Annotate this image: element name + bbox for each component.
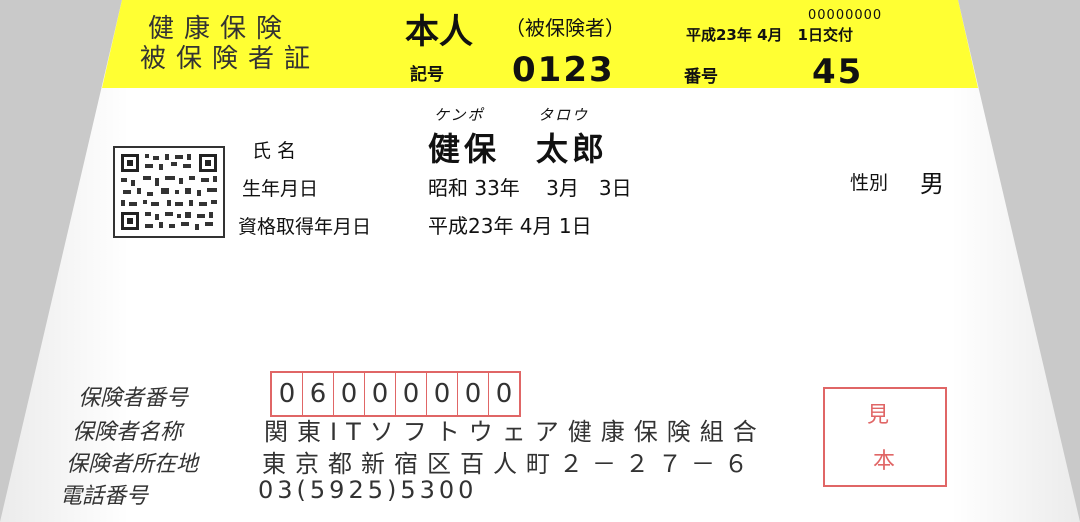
birth-value: 昭和 33年 3月 3日 <box>428 176 632 200</box>
furigana-given: タロウ <box>538 106 590 124</box>
insurer-number-digit: 0 <box>457 373 488 415</box>
card-title-line1: 健康保険 <box>148 14 293 44</box>
kigo-value: 0123 <box>512 50 615 90</box>
insurer-number-label: 保険者番号 <box>78 386 189 411</box>
insurer-address-value: 東京都新宿区百人町２－２７－６ <box>262 450 757 478</box>
issue-date: 平成23年 4月 1日交付 <box>686 26 853 44</box>
qr-code <box>113 146 225 238</box>
sample-stamp: 見 本 <box>823 387 947 487</box>
insurer-number-digit: 0 <box>488 373 519 415</box>
holder-type: 本人 <box>405 12 473 52</box>
insurer-name-label: 保険者名称 <box>72 420 183 445</box>
name-label: 氏 名 <box>252 140 297 162</box>
holder-type-sub: （被保険者） <box>505 16 625 40</box>
qualification-label: 資格取得年月日 <box>238 216 372 238</box>
insurer-number-digit: 0 <box>333 373 364 415</box>
insurer-number-boxes: 0 6 0 0 0 0 0 0 <box>270 371 521 417</box>
insurer-number-digit: 0 <box>395 373 426 415</box>
name-value: 健保 太郎 <box>428 130 609 168</box>
card-title-line2: 被保険者証 <box>140 44 321 74</box>
insurer-number-digit: 0 <box>278 379 296 409</box>
card-serial: 00000000 <box>808 8 883 23</box>
kigo-label: 記号 <box>410 65 444 85</box>
insurer-name-value: 関東ITソフトウェア健康保険組合 <box>264 418 766 446</box>
sex-label: 性別 <box>850 172 889 194</box>
insurer-address-label: 保険者所在地 <box>66 452 199 477</box>
insurer-phone-label: 電話番号 <box>60 484 149 509</box>
insurer-number-digit: 0 <box>426 373 457 415</box>
stamp-char-1: 見 <box>867 403 890 428</box>
birth-label: 生年月日 <box>242 178 319 200</box>
furigana-family: ケンポ <box>434 106 485 124</box>
sex-value: 男 <box>920 170 944 198</box>
qr-code-graphic <box>121 154 217 230</box>
qualification-value: 平成23年 4月 1日 <box>428 214 592 238</box>
bango-label: 番号 <box>684 67 718 87</box>
insurer-number-digit: 6 <box>302 373 333 415</box>
stamp-char-2: 本 <box>873 449 896 474</box>
insurer-number-digit: 0 <box>364 373 395 415</box>
insurer-phone-value: 03(5925)5300 <box>258 476 478 504</box>
bango-value: 45 <box>812 52 864 92</box>
